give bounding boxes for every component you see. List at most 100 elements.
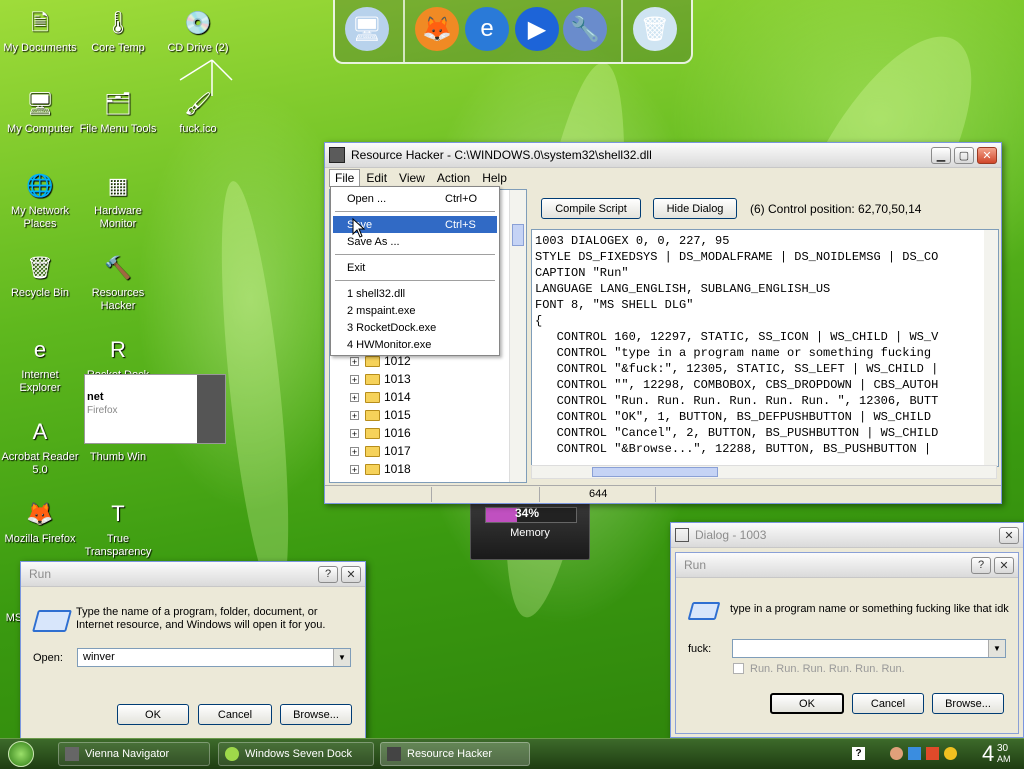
start-button[interactable] (8, 741, 34, 767)
resource-hacker-icon: 🔨 (104, 254, 132, 280)
status-value: 644 (589, 488, 608, 500)
open-label: Open: (33, 652, 63, 664)
close-button[interactable]: ✕ (341, 565, 361, 583)
run-browse-button[interactable]: Browse... (280, 704, 352, 725)
menu-item-exit[interactable]: Exit (333, 259, 497, 276)
close-button[interactable]: ✕ (994, 556, 1014, 574)
recent-file-4[interactable]: 4 HWMonitor.exe (333, 336, 497, 353)
help-tray-icon[interactable]: ? (852, 747, 865, 760)
maximize-button[interactable]: ▢ (954, 146, 974, 164)
documents-icon: 🗎 (31, 9, 49, 35)
task-vienna-navigator[interactable]: Vienna Navigator (58, 742, 210, 766)
preview-combobox[interactable]: ▼ (732, 639, 1006, 658)
script-editor[interactable]: 1003 DIALOGEX 0, 0, 227, 95 STYLE DS_FIXE… (531, 229, 999, 467)
help-button[interactable]: ? (318, 565, 338, 583)
desktop-icon-label: Hardware Monitor (94, 205, 142, 230)
dialog-preview-titlebar[interactable]: Dialog - 1003 ✕ (671, 523, 1023, 548)
desktop-icon[interactable]: 🗎 My Documents (0, 5, 80, 55)
status-cell (431, 487, 432, 502)
tree-node-label: 1014 (384, 390, 411, 404)
dock-tool-icon[interactable]: 🔧 (563, 7, 607, 51)
tree-node[interactable]: +1015 (350, 406, 411, 424)
desktop-icon[interactable]: ▦ Hardware Monitor (78, 168, 158, 231)
desktop-icon-label: Resources Hacker (91, 287, 145, 312)
desktop-icon-label: My Network Places (10, 205, 70, 230)
dock-media-player-icon[interactable]: ▶ (515, 7, 559, 51)
code-line: CONTROL "&Browse...", 12288, BUTTON, BS_… (535, 442, 932, 456)
dock-firefox-icon[interactable]: 🦊 (415, 7, 459, 51)
editor-hscroll[interactable] (531, 465, 997, 479)
compile-script-button[interactable]: Compile Script (541, 198, 641, 219)
preview-checkbox[interactable] (733, 663, 744, 674)
hide-dialog-button[interactable]: Hide Dialog (653, 198, 737, 219)
recent-file-2[interactable]: 2 mspaint.exe (333, 302, 497, 319)
minimize-button[interactable]: ▁ (931, 146, 951, 164)
expand-icon[interactable]: + (350, 446, 359, 456)
tray-icon-2[interactable] (908, 747, 921, 760)
help-button[interactable]: ? (971, 556, 991, 574)
resource-hacker-titlebar[interactable]: Resource Hacker - C:\WINDOWS.0\system32\… (325, 143, 1001, 168)
run-titlebar[interactable]: Run ? ✕ (21, 562, 365, 587)
thermometer-icon: 🌡 (104, 9, 132, 35)
desktop-icon[interactable]: 🔨 Resources Hacker (78, 250, 158, 313)
tree-node[interactable]: +1013 (350, 370, 411, 388)
editor-hscroll-thumb[interactable] (592, 467, 718, 477)
dock-computer-icon[interactable]: 🖥 (345, 7, 389, 51)
desktop-icon[interactable]: 🖥 My Computer (0, 86, 80, 136)
tree-node[interactable]: +1018 (350, 460, 411, 478)
menu-view[interactable]: View (393, 169, 431, 187)
menu-item-open[interactable]: Open ... Ctrl+O (333, 190, 497, 207)
tray-icon-3[interactable] (926, 747, 939, 760)
desktop-icon[interactable]: 🦊 Mozilla Firefox (0, 496, 80, 546)
expand-icon[interactable]: + (350, 464, 359, 474)
expand-icon[interactable]: + (350, 374, 359, 384)
code-line: CONTROL 160, 12297, STATIC, SS_ICON | WS… (535, 330, 939, 344)
menu-action[interactable]: Action (431, 169, 476, 187)
dock-ie-icon[interactable]: e (465, 7, 509, 51)
desktop-icon[interactable]: T True Transparency (78, 496, 158, 559)
preview-cancel-button[interactable]: Cancel (852, 693, 924, 714)
clock[interactable]: 4 30 AM (982, 740, 1022, 768)
recent-file-1[interactable]: 1 shell32.dll (333, 285, 497, 302)
combobox-arrow-icon[interactable]: ▼ (988, 640, 1005, 657)
expand-icon[interactable]: + (350, 392, 359, 402)
dock-separator (621, 0, 623, 62)
combobox-arrow-icon[interactable]: ▼ (333, 649, 350, 666)
tree-scrollbar[interactable] (509, 190, 526, 482)
desktop-icon[interactable]: 🌐 My Network Places (0, 168, 80, 231)
menu-edit[interactable]: Edit (360, 169, 393, 187)
tree-scroll-thumb[interactable] (512, 224, 524, 246)
tray-icon-4[interactable] (944, 747, 957, 760)
desktop-icon[interactable]: 🗂 File Menu Tools (78, 86, 158, 136)
close-button[interactable]: ✕ (977, 146, 997, 164)
menu-help[interactable]: Help (476, 169, 513, 187)
editor-vscroll[interactable] (984, 230, 998, 466)
recent-file-3[interactable]: 3 RocketDock.exe (333, 319, 497, 336)
preview-browse-button[interactable]: Browse... (932, 693, 1004, 714)
tree-node[interactable]: +1017 (350, 442, 411, 460)
desktop-icon[interactable]: 🌡 Core Temp (78, 5, 158, 55)
desktop-icon[interactable]: A Acrobat Reader 5.0 (0, 414, 80, 477)
expand-icon[interactable]: + (350, 356, 359, 366)
tray-icon-1[interactable] (890, 747, 903, 760)
run-ok-button[interactable]: OK (117, 704, 189, 725)
tree-node-label: 1013 (384, 372, 411, 386)
tree-node[interactable]: +1014 (350, 388, 411, 406)
tree-node-label: 1016 (384, 426, 411, 440)
open-combobox[interactable]: winver ▼ (77, 648, 351, 667)
menu-file[interactable]: File (329, 169, 361, 187)
desktop-icon[interactable]: 🗑 Recycle Bin (0, 250, 80, 300)
preview-ok-button[interactable]: OK (770, 693, 844, 714)
desktop-icon[interactable]: e Internet Explorer (0, 332, 80, 395)
expand-icon[interactable]: + (350, 410, 359, 420)
desktop-icon[interactable]: 💿 CD Drive (2) (158, 5, 238, 55)
code-line: CONTROL "type in a program name or somet… (535, 346, 932, 360)
task-windows-seven-dock[interactable]: Windows Seven Dock (218, 742, 374, 766)
dock-recycle-bin-icon[interactable]: 🗑 (633, 7, 677, 51)
task-resource-hacker[interactable]: Resource Hacker (380, 742, 530, 766)
dialog-preview-title: Dialog - 1003 (695, 528, 767, 542)
run-cancel-button[interactable]: Cancel (198, 704, 272, 725)
expand-icon[interactable]: + (350, 428, 359, 438)
tree-node[interactable]: +1016 (350, 424, 411, 442)
close-button[interactable]: ✕ (999, 526, 1019, 544)
